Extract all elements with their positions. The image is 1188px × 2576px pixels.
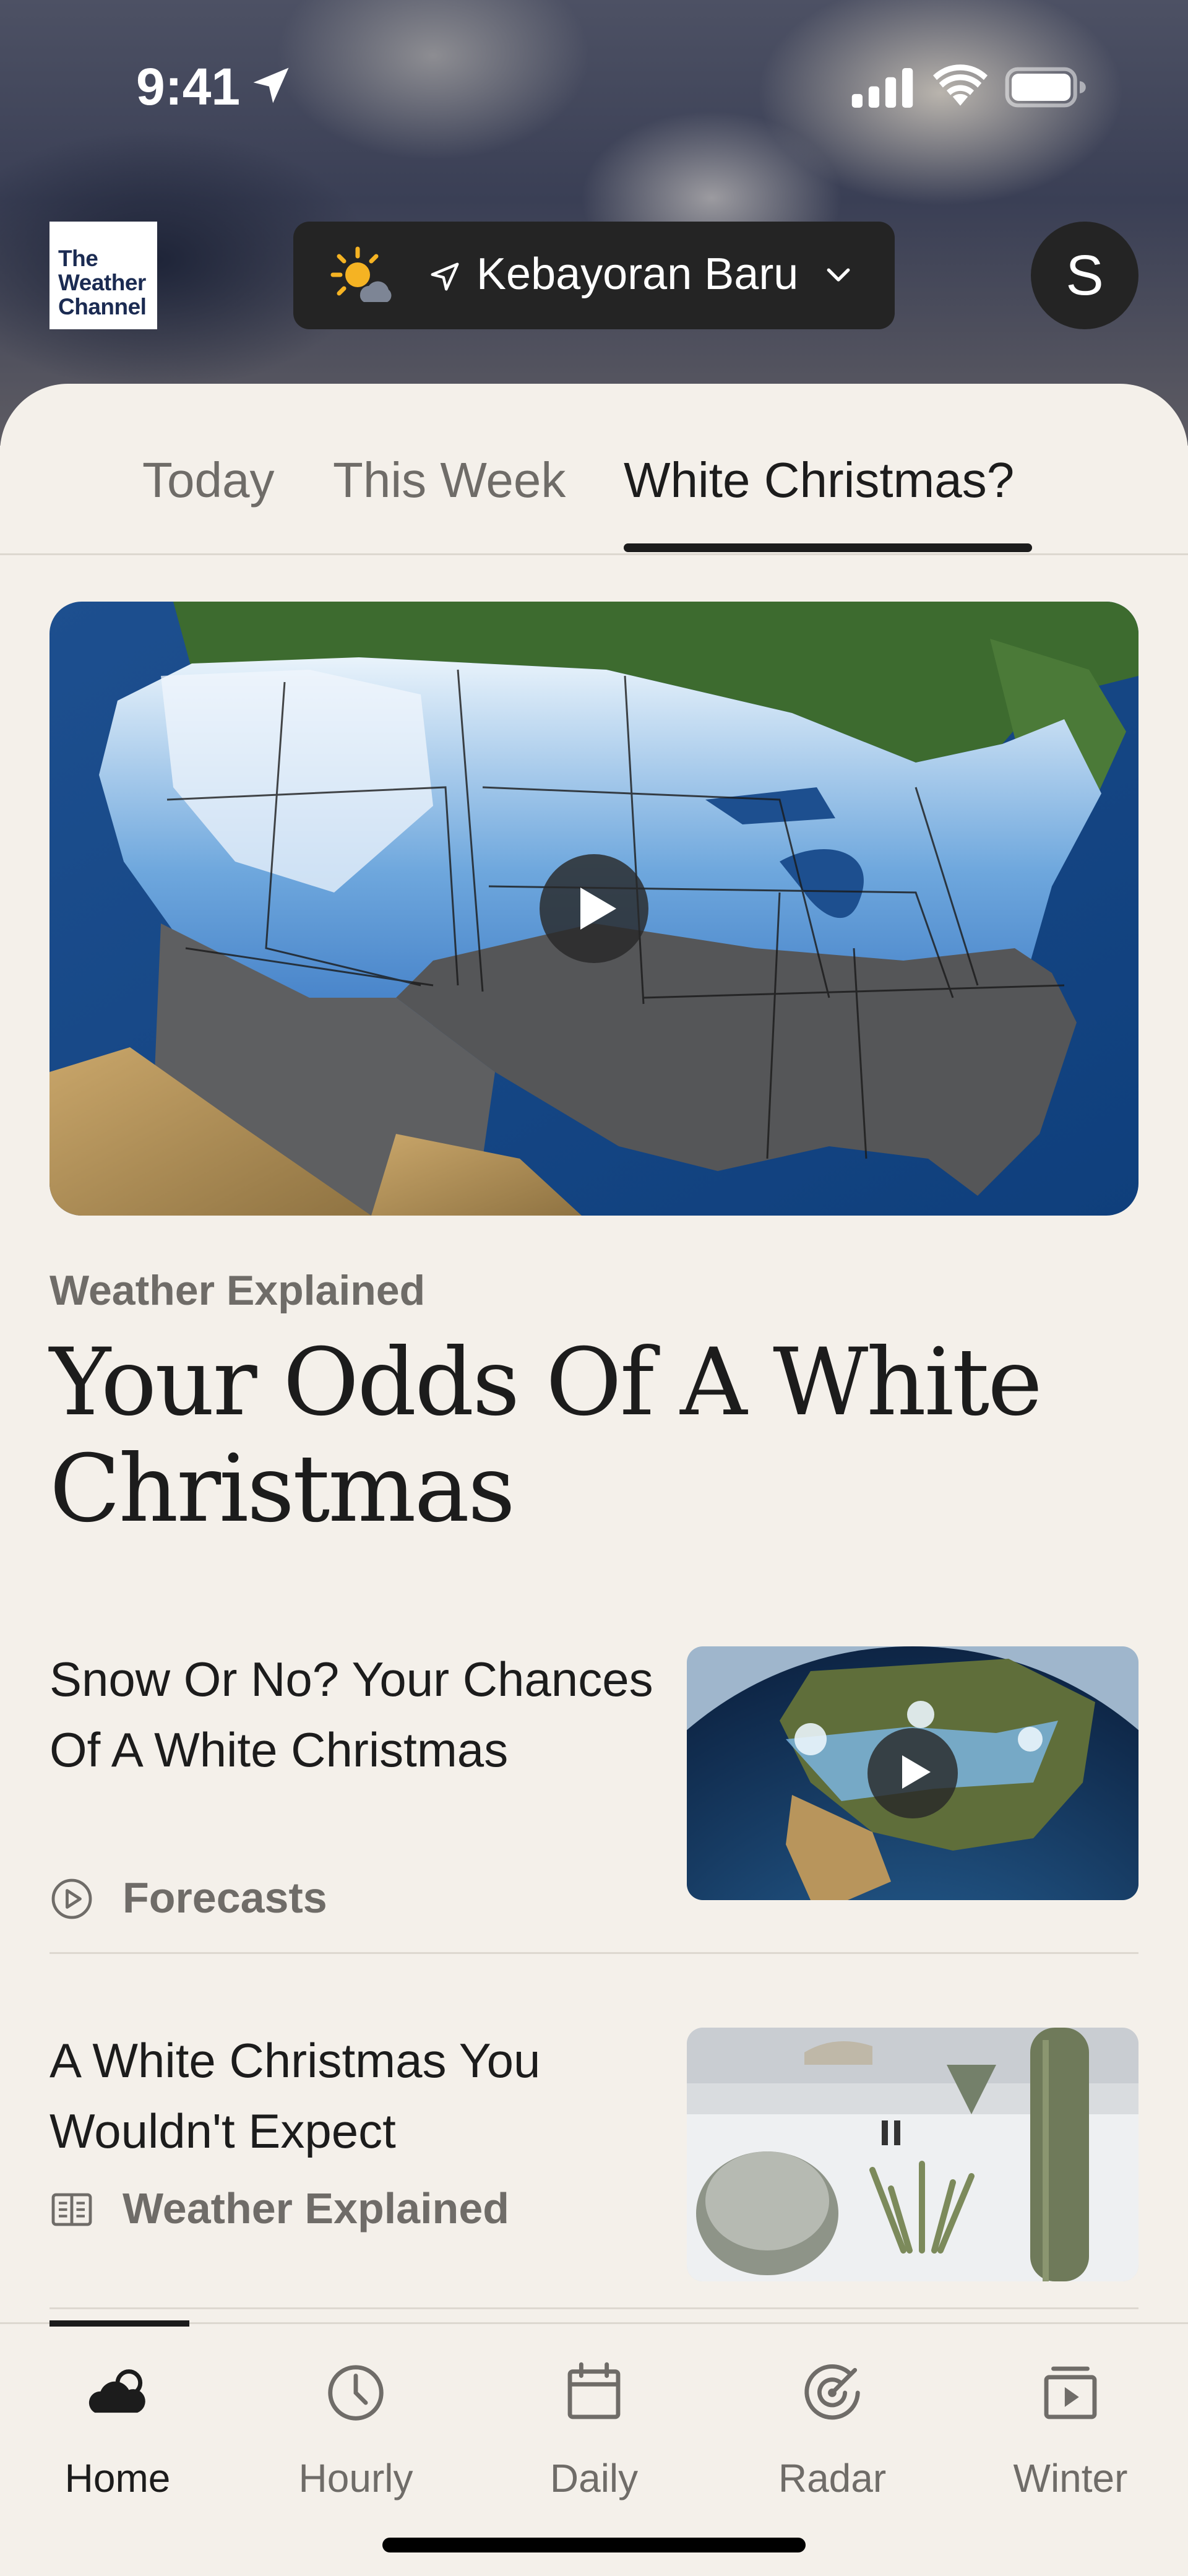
play-circle-icon — [51, 1878, 92, 1919]
story-divider-2 — [50, 2307, 1138, 2309]
snowy-desert-photo — [687, 2028, 1138, 2281]
nav-hourly[interactable]: Hourly — [263, 2359, 449, 2513]
play-button-small[interactable] — [867, 1728, 958, 1818]
cellular-signal-icon — [851, 68, 913, 108]
partly-cloudy-icon — [330, 246, 392, 302]
article-icon — [51, 2193, 92, 2226]
status-bar: 9:41 — [0, 0, 1188, 173]
home-indicator — [382, 2538, 806, 2552]
story-category-label-2: Weather Explained — [123, 2184, 510, 2232]
featured-headline[interactable]: Your Odds Of A White Christmas — [50, 1329, 1101, 1542]
play-button[interactable] — [540, 854, 648, 963]
calendar-icon — [567, 2362, 621, 2419]
location-services-icon — [253, 67, 289, 103]
story-category-label-1: Forecasts — [123, 1874, 327, 1922]
status-time: 9:41 — [136, 58, 241, 116]
story-title-1[interactable]: Snow Or No? Your Chances Of A White Chri… — [50, 1644, 656, 1785]
profile-avatar-button[interactable]: S — [1031, 222, 1138, 329]
nav-home[interactable]: Home — [25, 2359, 210, 2513]
active-nav-indicator — [50, 2320, 189, 2327]
nav-daily[interactable]: Daily — [501, 2359, 687, 2513]
logo-line-1: The — [58, 246, 98, 271]
navigation-arrow-icon — [431, 262, 459, 291]
tab-white-christmas[interactable]: White Christmas? — [624, 452, 1014, 509]
story-thumbnail-2[interactable] — [687, 2028, 1138, 2281]
tabs-divider — [0, 553, 1188, 555]
cloud-sun-icon — [88, 2369, 145, 2413]
tab-this-week[interactable]: This Week — [333, 452, 566, 509]
tab-today[interactable]: Today — [142, 452, 274, 509]
featured-category[interactable]: Weather Explained — [50, 1266, 425, 1315]
nav-hourly-label: Hourly — [298, 2456, 413, 2500]
nav-home-label: Home — [64, 2456, 171, 2500]
nav-winter[interactable]: Winter — [978, 2359, 1163, 2513]
location-selector[interactable]: Kebayoran Baru — [293, 222, 895, 329]
logo-line-2: Weather — [58, 270, 146, 295]
story-category-2[interactable]: Weather Explained — [50, 2184, 544, 2233]
clock-icon — [328, 2365, 384, 2421]
active-tab-indicator — [624, 543, 1032, 552]
nav-winter-label: Winter — [1013, 2456, 1128, 2500]
radar-icon — [804, 2364, 860, 2420]
featured-video-thumbnail[interactable] — [50, 602, 1138, 1216]
location-name: Kebayoran Baru — [476, 249, 799, 299]
nav-radar-label: Radar — [778, 2456, 887, 2500]
story-thumbnail-1[interactable] — [687, 1646, 1138, 1900]
story-divider-1 — [50, 1952, 1138, 1954]
weather-channel-logo[interactable]: The Weather Channel — [50, 222, 157, 329]
story-category-1[interactable]: Forecasts — [50, 1873, 421, 1922]
story-title-2[interactable]: A White Christmas You Wouldn't Expect — [50, 2025, 656, 2166]
section-tabs: Today This Week White Christmas? — [0, 384, 1188, 555]
chevron-down-icon — [827, 268, 850, 282]
nav-daily-label: Daily — [549, 2456, 639, 2500]
nav-radar[interactable]: Radar — [739, 2359, 925, 2513]
battery-icon — [1005, 67, 1086, 108]
video-icon — [1044, 2366, 1097, 2419]
wifi-icon — [933, 64, 988, 106]
logo-line-3: Channel — [58, 294, 147, 319]
